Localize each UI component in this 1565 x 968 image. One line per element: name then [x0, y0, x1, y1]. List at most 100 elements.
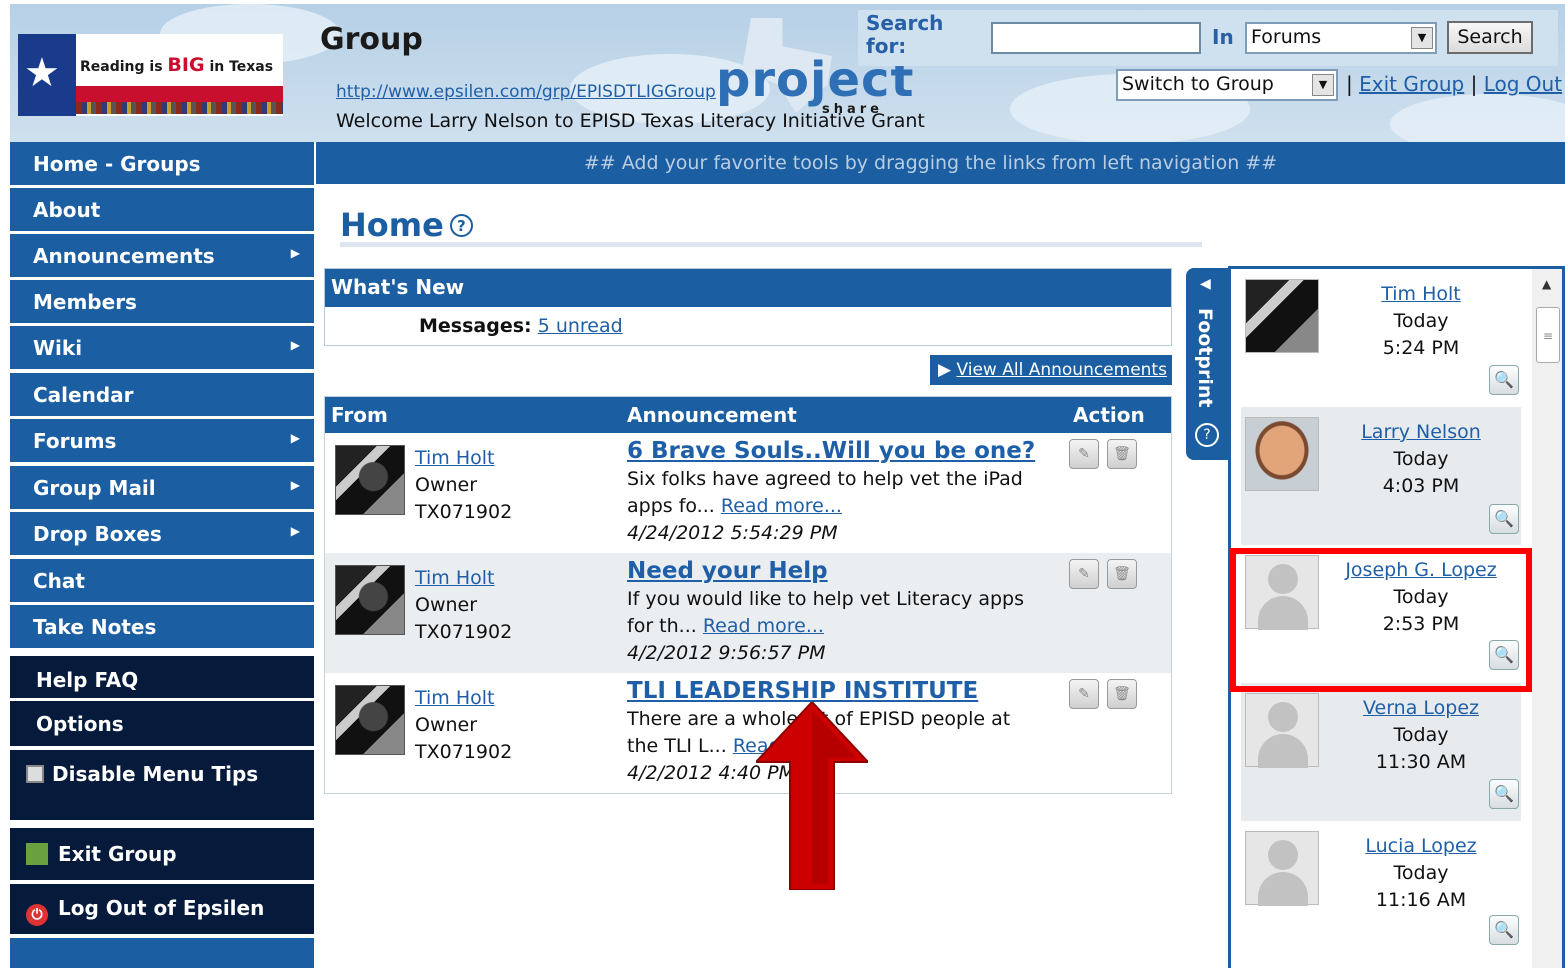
nav-group-mail[interactable]: Group Mail ▶	[10, 466, 314, 509]
scroll-up-icon[interactable]: ▲	[1542, 277, 1551, 291]
nav-chat[interactable]: Chat	[10, 559, 314, 602]
messages-row: Messages: 5 unread	[325, 307, 1171, 337]
avatar[interactable]	[1245, 693, 1319, 768]
visitor-name-link[interactable]: Tim Holt	[1381, 283, 1461, 305]
edit-pencil-icon[interactable]: ✎	[1069, 559, 1099, 589]
disable-tips-checkbox[interactable]	[26, 765, 44, 783]
table-row: Tim Holt Owner TX071902 6 Brave Souls..W…	[325, 433, 1171, 553]
nav-drop-boxes[interactable]: Drop Boxes ▶	[10, 512, 314, 555]
visit-time: 11:30 AM	[1375, 751, 1467, 773]
magnifier-icon[interactable]: 🔍	[1489, 779, 1519, 809]
top-links: | Exit Group | Log Out	[1346, 72, 1563, 96]
search-scope-select[interactable]: Forums ▼	[1245, 22, 1437, 54]
author-link[interactable]: Tim Holt	[415, 687, 495, 709]
unread-messages-link[interactable]: 5 unread	[538, 315, 623, 337]
footprint-scrollbar[interactable]: ▲ ≡	[1532, 269, 1562, 968]
magnifier-icon[interactable]: 🔍	[1489, 504, 1519, 534]
collapse-arrow-icon: ◀	[1200, 276, 1211, 292]
nav-about[interactable]: About	[10, 188, 314, 231]
nav-log-out-epsilen[interactable]: ⏻ Log Out of Epsilen	[10, 884, 314, 934]
table-row: Tim Holt Owner TX071902 Need your Help I…	[325, 553, 1171, 673]
nav-options[interactable]: Options	[10, 701, 314, 746]
footprint-entry: Tim Holt Today 5:24 PM 🔍	[1241, 269, 1521, 407]
announcement-date: 4/2/2012 9:56:57 PM	[627, 642, 826, 664]
highlight-annotation-box	[1230, 548, 1532, 692]
footprint-tab[interactable]: ◀ Footprint ?	[1186, 268, 1230, 460]
read-more-link[interactable]: Read more...	[721, 495, 842, 517]
footprint-entry: Lucia Lopez Today 11:16 AM 🔍	[1241, 821, 1521, 959]
search-input[interactable]	[991, 22, 1201, 54]
author-link[interactable]: Tim Holt	[415, 567, 495, 589]
delete-trash-icon[interactable]: 🗑	[1107, 559, 1137, 589]
search-button[interactable]: Search	[1447, 21, 1533, 54]
visit-time: 11:16 AM	[1375, 889, 1467, 911]
disable-menu-tips[interactable]: Disable Menu Tips	[10, 750, 314, 820]
avatar[interactable]	[335, 685, 405, 755]
in-label: In	[1212, 25, 1234, 49]
author-id: TX071902	[415, 621, 513, 643]
announcement-title-link[interactable]: 6 Brave Souls..Will you be one?	[627, 438, 1035, 464]
avatar[interactable]	[1245, 417, 1319, 491]
edit-pencil-icon[interactable]: ✎	[1069, 679, 1099, 709]
read-more-link[interactable]: Read more...	[703, 615, 824, 637]
visit-time: 4:03 PM	[1382, 475, 1460, 497]
exit-group-link[interactable]: Exit Group	[1359, 72, 1464, 96]
announcement-title-link[interactable]: Need your Help	[627, 558, 828, 584]
whats-new-panel: What's New Messages: 5 unread	[324, 268, 1172, 346]
announcement-title-link[interactable]: TLI LEADERSHIP INSTITUTE	[627, 678, 978, 704]
view-all-announcements-button[interactable]: ▶ View All Announcements	[930, 355, 1172, 385]
table-row: Tim Holt Owner TX071902 TLI LEADERSHIP I…	[325, 673, 1171, 793]
nav-home-groups[interactable]: Home - Groups	[10, 142, 314, 185]
group-title: Group	[320, 22, 423, 57]
whats-new-header: What's New	[325, 269, 1171, 307]
nav-members[interactable]: Members	[10, 280, 314, 323]
switch-group-select[interactable]: Switch to Group ▼	[1116, 69, 1338, 101]
author-id: TX071902	[415, 501, 513, 523]
visitor-name-link[interactable]: Lucia Lopez	[1365, 835, 1476, 857]
reading-is-big-logo[interactable]: ★ Reading is BIG in Texas	[18, 34, 283, 116]
edit-pencil-icon[interactable]: ✎	[1069, 439, 1099, 469]
col-from: From	[331, 403, 388, 427]
dropdown-arrow-icon: ▼	[1411, 27, 1433, 49]
author-id: TX071902	[415, 741, 513, 763]
scroll-thumb[interactable]: ≡	[1536, 307, 1560, 363]
group-url-link[interactable]: http://www.epsilen.com/grp/EPISDTLIGGrou…	[336, 82, 716, 102]
search-label: Search for:	[866, 11, 944, 58]
visitor-name-link[interactable]: Larry Nelson	[1361, 421, 1481, 443]
left-navigation: Home - Groups About Announcements ▶ Membe…	[0, 142, 316, 968]
submenu-arrow-icon: ▶	[290, 246, 300, 260]
avatar[interactable]	[1245, 831, 1319, 906]
nav-calendar[interactable]: Calendar	[10, 373, 314, 416]
help-icon[interactable]: ?	[449, 214, 473, 237]
welcome-message: Welcome Larry Nelson to EPISD Texas Lite…	[336, 110, 925, 132]
magnifier-icon[interactable]: 🔍	[1489, 365, 1519, 395]
avatar[interactable]	[1245, 279, 1319, 353]
nav-forums[interactable]: Forums ▶	[10, 419, 314, 462]
nav-take-notes[interactable]: Take Notes	[10, 605, 314, 648]
exit-door-icon	[26, 843, 48, 865]
log-out-link[interactable]: Log Out	[1484, 72, 1562, 96]
author-link[interactable]: Tim Holt	[415, 447, 495, 469]
submenu-arrow-icon: ▶	[290, 478, 300, 492]
magnifier-icon[interactable]: 🔍	[1489, 915, 1519, 945]
nav-exit-group[interactable]: Exit Group	[10, 828, 314, 880]
star-icon: ★	[24, 50, 60, 96]
delete-trash-icon[interactable]: 🗑	[1107, 679, 1137, 709]
avatar[interactable]	[335, 565, 405, 635]
help-icon[interactable]: ?	[1195, 423, 1219, 447]
title-divider	[340, 242, 1202, 247]
visit-day: Today	[1393, 448, 1449, 470]
nav-wiki[interactable]: Wiki ▶	[10, 326, 314, 369]
nav-announcements[interactable]: Announcements ▶	[10, 234, 314, 277]
nav-help-faq[interactable]: Help FAQ	[10, 656, 314, 698]
visit-time: 5:24 PM	[1382, 337, 1460, 359]
avatar[interactable]	[335, 445, 405, 515]
announcement-date: 4/24/2012 5:54:29 PM	[627, 522, 838, 544]
submenu-arrow-icon: ▶	[290, 524, 300, 538]
delete-trash-icon[interactable]: 🗑	[1107, 439, 1137, 469]
col-action: Action	[1073, 403, 1145, 427]
visitor-name-link[interactable]: Verna Lopez	[1363, 697, 1479, 719]
submenu-arrow-icon: ▶	[290, 338, 300, 352]
table-header: From Announcement Action	[325, 397, 1171, 433]
author-role: Owner	[415, 594, 478, 616]
